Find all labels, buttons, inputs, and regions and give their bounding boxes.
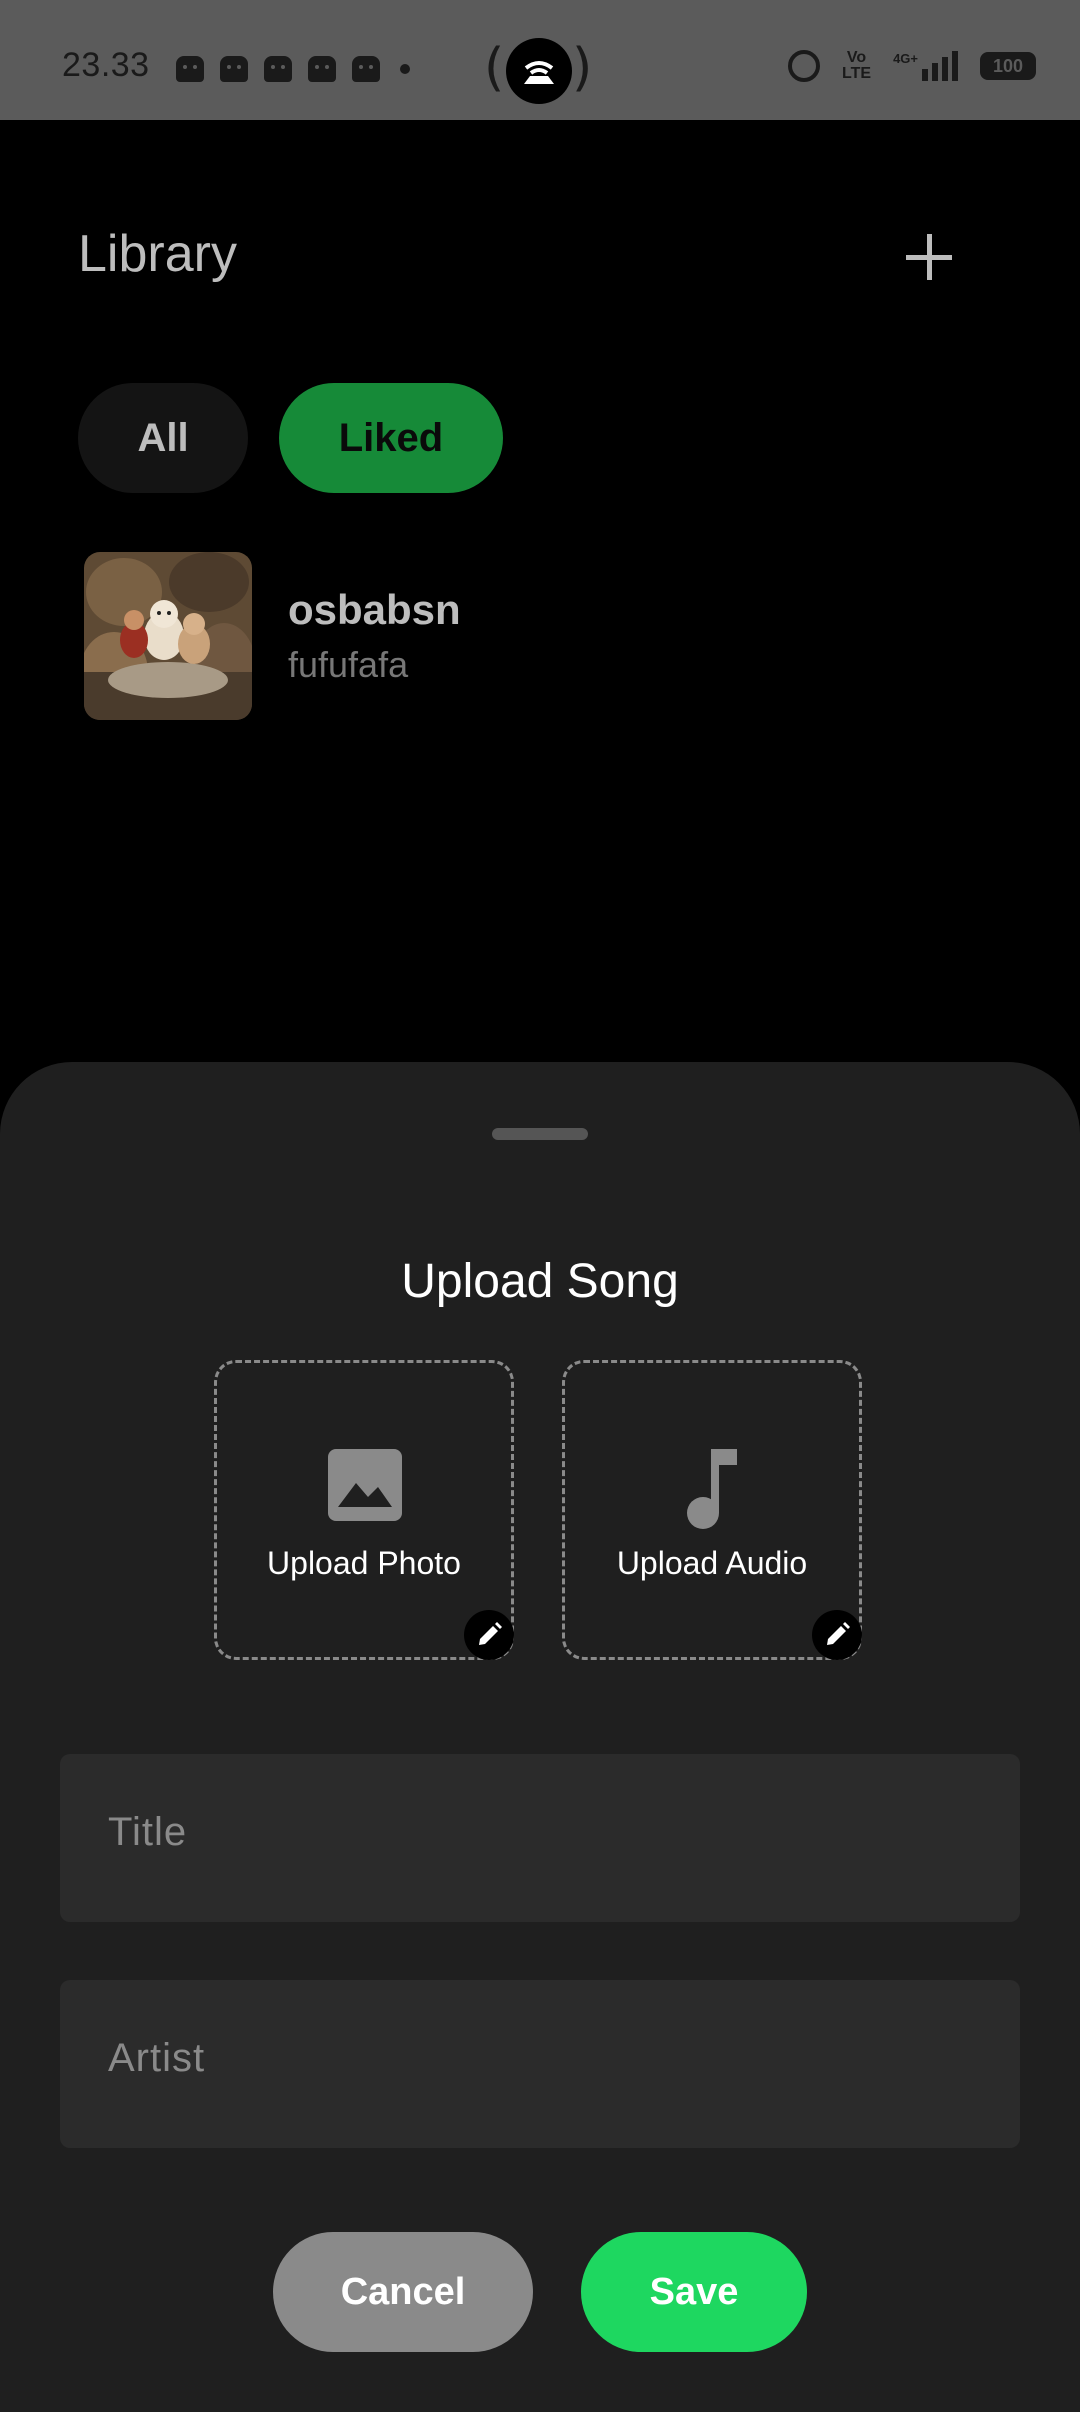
discord-icon — [264, 56, 292, 82]
discord-icon — [352, 56, 380, 82]
alarm-icon — [788, 50, 821, 82]
song-artist: fufufafa — [288, 644, 409, 685]
volte-top-label: Vo — [846, 49, 867, 66]
list-item[interactable]: osbabsn fufufafa — [84, 552, 684, 720]
discord-icon — [220, 56, 248, 82]
status-time: 23.33 — [62, 46, 150, 84]
page-title: Library — [78, 225, 237, 283]
image-icon — [328, 1449, 402, 1521]
left-paren-icon: ( — [484, 38, 505, 98]
signal-bar — [932, 63, 938, 81]
save-button[interactable]: Save — [581, 2232, 807, 2352]
right-paren-icon: ) — [572, 38, 593, 98]
network-type: 4G+ — [893, 51, 918, 66]
title-field[interactable]: Title — [60, 1754, 1020, 1922]
plus-icon[interactable] — [906, 234, 952, 280]
discord-icon — [308, 56, 336, 82]
signal-bar — [952, 51, 958, 81]
hotspot-icon — [506, 38, 572, 104]
discord-icon — [176, 56, 204, 82]
signal-icon: 4G+ — [893, 51, 958, 81]
cancel-button[interactable]: Cancel — [273, 2232, 533, 2352]
upload-song-sheet: Upload Song Upload Photo Upload Audio Ti… — [0, 1062, 1080, 2412]
artist-placeholder: Artist — [108, 2036, 206, 2080]
artist-field[interactable]: Artist — [60, 1980, 1020, 2148]
filter-chip-liked[interactable]: Liked — [279, 383, 503, 493]
signal-bar — [942, 57, 948, 81]
system-icons: Vo LTE 4G+ 100 — [788, 50, 1036, 82]
upload-audio-label: Upload Audio — [616, 1545, 808, 1581]
status-bar: 23.33 ( ) Vo LTE 4G+ 100 — [0, 0, 1080, 120]
hotspot-indicator: ( ) — [484, 36, 593, 104]
title-placeholder: Title — [108, 1810, 188, 1854]
volte-icon: Vo LTE — [842, 50, 871, 82]
upload-audio-button[interactable]: Upload Audio — [562, 1360, 862, 1660]
pencil-icon[interactable] — [812, 1610, 862, 1660]
sheet-title: Upload Song — [401, 1255, 679, 1308]
album-art-thumbnail — [84, 552, 252, 720]
notification-icons — [176, 56, 410, 82]
drag-handle[interactable] — [492, 1128, 588, 1140]
battery-icon: 100 — [980, 52, 1036, 80]
battery-level: 100 — [992, 56, 1024, 76]
music-note-icon — [683, 1449, 753, 1529]
upload-photo-button[interactable]: Upload Photo — [214, 1360, 514, 1660]
volte-bottom-label: LTE — [842, 65, 872, 82]
filter-chip-all[interactable]: All — [78, 383, 248, 493]
pencil-icon[interactable] — [464, 1610, 514, 1660]
song-title: osbabsn — [288, 586, 461, 633]
signal-bar — [922, 69, 928, 81]
more-notifications-dot-icon — [400, 64, 410, 74]
upload-photo-label: Upload Photo — [267, 1545, 461, 1581]
